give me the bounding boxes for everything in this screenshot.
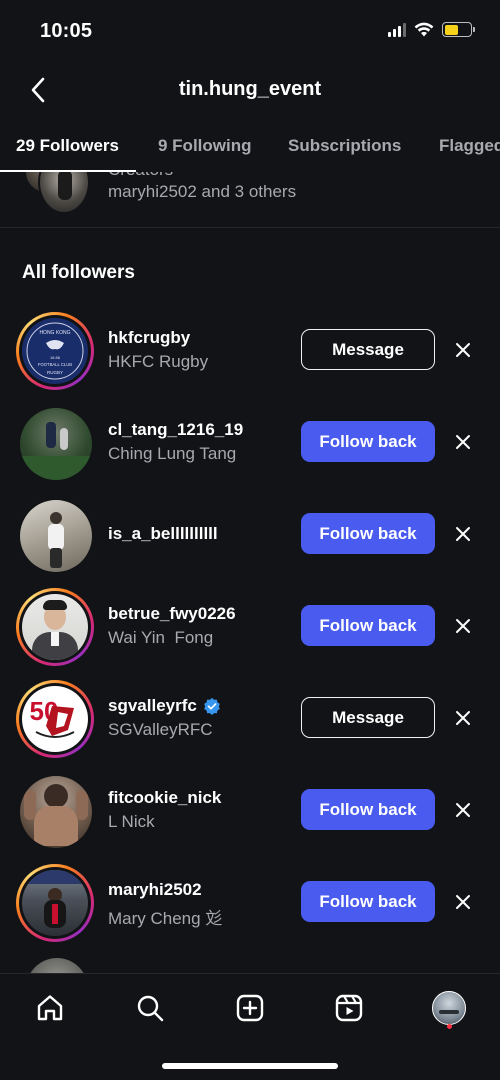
- search-icon: [137, 995, 164, 1022]
- section-title: All followers: [22, 262, 135, 283]
- create-icon: [236, 994, 264, 1022]
- tab-bar: 29 Followers 9 Following Subscriptions F…: [0, 130, 500, 174]
- user-names: hkfcrugby HKFC Rugby: [108, 328, 208, 372]
- remove-follower-icon[interactable]: [450, 797, 476, 823]
- remove-follower-icon[interactable]: [450, 521, 476, 547]
- tab-subscriptions[interactable]: Subscriptions: [288, 136, 401, 156]
- avatar[interactable]: [16, 588, 94, 666]
- divider: [0, 227, 500, 228]
- svg-text:FOOTBALL CLUB: FOOTBALL CLUB: [38, 362, 72, 367]
- message-button[interactable]: Message: [301, 697, 435, 738]
- svg-text:18 86: 18 86: [50, 355, 61, 360]
- nav-create[interactable]: [230, 988, 270, 1028]
- svg-text:RUGBY: RUGBY: [47, 370, 63, 375]
- username[interactable]: is_a_bellllllllll: [108, 524, 218, 544]
- user-names: sgvalleyrfc SGValleyRFC: [108, 696, 221, 740]
- full-name: L Nick: [108, 812, 155, 831]
- nav-header: tin.hung_event: [0, 68, 500, 112]
- creators-row[interactable]: Creators maryhi2502 and 3 others: [0, 172, 500, 226]
- list-item: is_a_bellllllllll Follow back: [0, 488, 500, 580]
- follow-back-button[interactable]: Follow back: [301, 789, 435, 830]
- creators-subtitle: maryhi2502 and 3 others: [108, 182, 297, 201]
- message-button[interactable]: Message: [301, 329, 435, 370]
- remove-follower-icon[interactable]: [450, 889, 476, 915]
- remove-follower-icon[interactable]: [450, 429, 476, 455]
- avatar[interactable]: 50: [16, 680, 94, 758]
- follow-back-button[interactable]: Follow back: [301, 513, 435, 554]
- user-names: cl_tang_1216_19 Ching Lung Tang: [108, 420, 243, 464]
- profile-avatar: [432, 991, 466, 1025]
- nav-search[interactable]: [130, 988, 170, 1028]
- list-item: maryhi2502 Mary Cheng 彣 Follow back: [0, 856, 500, 948]
- list-item: HONG KONG 18 86 FOOTBALL CLUB RUGBY hkfc…: [0, 304, 500, 396]
- avatar[interactable]: [20, 500, 92, 572]
- home-indicator: [162, 1063, 338, 1069]
- reels-icon: [335, 994, 363, 1022]
- home-icon: [37, 995, 63, 1021]
- list-item: fitcookie_nick L Nick Follow back: [0, 764, 500, 856]
- avatar[interactable]: [16, 864, 94, 942]
- username[interactable]: maryhi2502: [108, 880, 222, 900]
- notification-dot: [447, 1024, 452, 1029]
- tab-followers[interactable]: 29 Followers: [16, 136, 119, 156]
- follow-back-button[interactable]: Follow back: [301, 421, 435, 462]
- avatar[interactable]: [20, 776, 92, 848]
- full-name: HKFC Rugby: [108, 352, 209, 371]
- battery-icon: [442, 22, 475, 37]
- username[interactable]: hkfcrugby: [108, 328, 208, 348]
- user-names: maryhi2502 Mary Cheng 彣: [108, 880, 222, 929]
- status-bar: 10:05: [0, 0, 500, 60]
- list-item: cl_tang_1216_19 Ching Lung Tang Follow b…: [0, 396, 500, 488]
- cellular-signal-icon: [388, 22, 406, 37]
- username[interactable]: betrue_fwy0226: [108, 604, 236, 624]
- wifi-icon: [414, 22, 434, 37]
- hkfc-logo-icon: HONG KONG 18 86 FOOTBALL CLUB RUGBY: [26, 322, 84, 380]
- user-names: betrue_fwy0226 Wai Yin Fong: [108, 604, 236, 648]
- nav-reels[interactable]: [329, 988, 369, 1028]
- tab-flagged[interactable]: Flagged: [439, 136, 500, 156]
- tab-following[interactable]: 9 Following: [158, 136, 252, 156]
- username[interactable]: fitcookie_nick: [108, 788, 221, 808]
- user-names: is_a_bellllllllll: [108, 524, 218, 544]
- remove-follower-icon[interactable]: [450, 705, 476, 731]
- creators-heading: Creators: [108, 172, 173, 180]
- follow-back-button[interactable]: Follow back: [301, 881, 435, 922]
- creators-avatar-stack: [24, 172, 90, 216]
- remove-follower-icon[interactable]: [450, 337, 476, 363]
- full-name: Mary Cheng 彣: [108, 909, 223, 928]
- username[interactable]: cl_tang_1216_19: [108, 420, 243, 440]
- full-name: Wai Yin Fong: [108, 628, 214, 647]
- sgvalley-logo-icon: 50: [30, 696, 75, 738]
- status-icons: [388, 22, 475, 37]
- full-name: Ching Lung Tang: [108, 444, 237, 463]
- avatar[interactable]: [20, 408, 92, 480]
- follow-back-button[interactable]: Follow back: [301, 605, 435, 646]
- page-title: tin.hung_event: [178, 78, 322, 100]
- nav-profile[interactable]: [429, 988, 469, 1028]
- avatar[interactable]: HONG KONG 18 86 FOOTBALL CLUB RUGBY: [16, 312, 94, 390]
- full-name: SGValleyRFC: [108, 720, 213, 739]
- remove-follower-icon[interactable]: [450, 613, 476, 639]
- status-time: 10:05: [40, 20, 93, 42]
- list-item: betrue_fwy0226 Wai Yin Fong Follow back: [0, 580, 500, 672]
- list-item: 50 sgvalleyrfc SGValleyRFC Message: [0, 672, 500, 764]
- user-names: fitcookie_nick L Nick: [108, 788, 221, 832]
- nav-home[interactable]: [30, 988, 70, 1028]
- verified-badge-icon: [204, 697, 220, 715]
- username[interactable]: sgvalleyrfc: [108, 696, 221, 716]
- svg-text:HONG KONG: HONG KONG: [39, 330, 70, 336]
